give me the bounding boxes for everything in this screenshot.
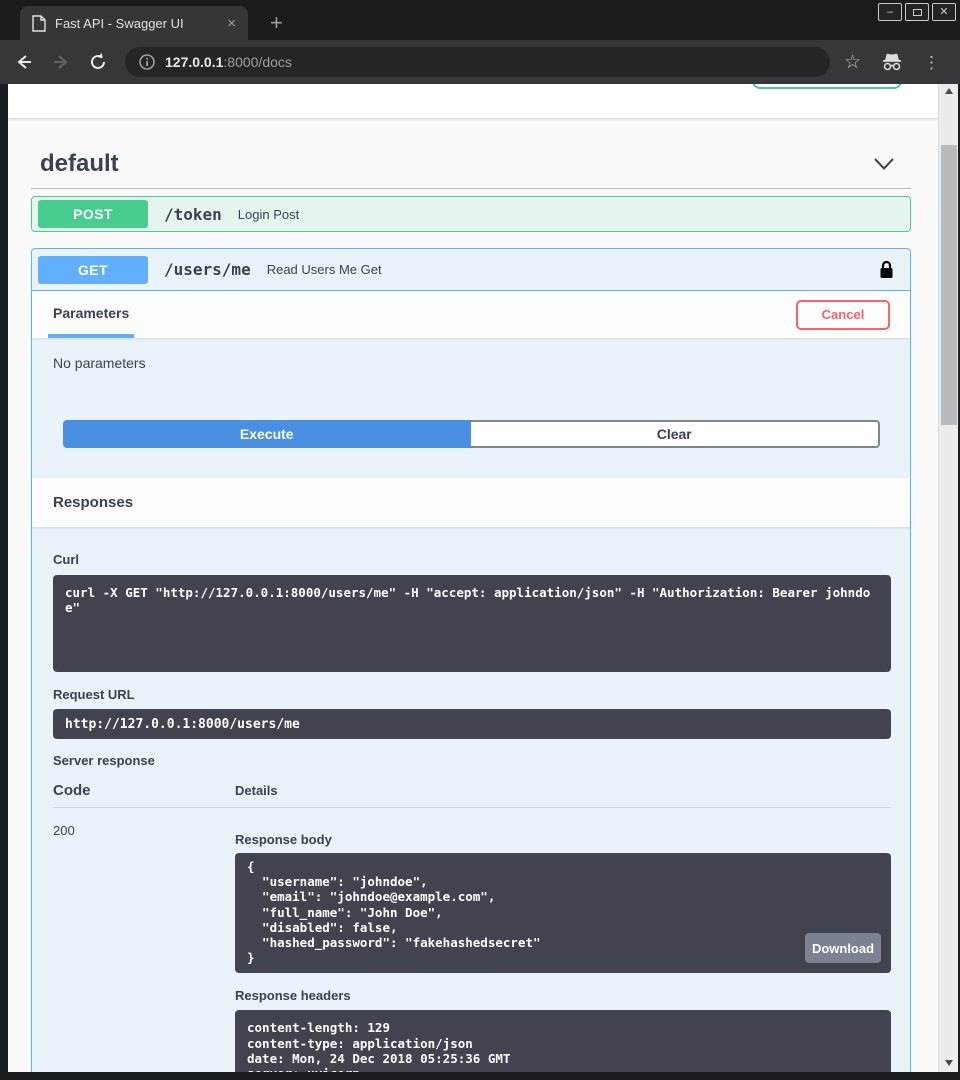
- scheme-container: [8, 84, 938, 118]
- browser-toolbar: 127.0.0.1:8000/docs ☆ ⋮: [0, 40, 960, 84]
- response-row: 200 Response body { "username": "johndoe…: [53, 808, 891, 1072]
- curl-label: Curl: [53, 552, 891, 567]
- response-body-label: Response body: [235, 832, 891, 847]
- server-response-table: Code Details 200 Response body { "userna…: [53, 782, 891, 1072]
- group-divider: [31, 188, 911, 189]
- scroll-down-arrow[interactable]: [939, 1056, 959, 1070]
- post-path: /token: [164, 205, 222, 224]
- responses-title: Responses: [53, 494, 133, 511]
- address-bar[interactable]: 127.0.0.1:8000/docs: [125, 47, 830, 77]
- tab-close-icon[interactable]: ×: [223, 15, 240, 32]
- response-body-json[interactable]: { "username": "johndoe", "email": "johnd…: [247, 859, 541, 965]
- post-method-badge: POST: [38, 200, 148, 228]
- response-details: Response body { "username": "johndoe", "…: [235, 823, 891, 1072]
- execute-button[interactable]: Execute: [63, 420, 471, 448]
- curl-command[interactable]: curl -X GET "http://127.0.0.1:8000/users…: [53, 575, 891, 672]
- server-response-label: Server response: [53, 753, 891, 768]
- toolbar-actions: ☆ ⋮: [844, 52, 940, 72]
- back-icon[interactable]: [14, 52, 34, 72]
- no-parameters-text: No parameters: [53, 355, 146, 371]
- menu-dots-icon[interactable]: ⋮: [923, 54, 940, 71]
- maximize-button[interactable]: [905, 3, 929, 21]
- execute-wrapper: Execute Clear: [32, 412, 910, 478]
- tab-title: Fast API - Swagger UI: [55, 16, 223, 31]
- minimize-button[interactable]: –: [878, 3, 902, 21]
- parameters-header: Parameters Cancel: [32, 291, 910, 338]
- parameters-body: No parameters: [32, 338, 910, 412]
- responses-body: Curl curl -X GET "http://127.0.0.1:8000/…: [32, 552, 910, 1072]
- api-group-header[interactable]: default: [30, 150, 916, 178]
- url-text: 127.0.0.1:8000/docs: [165, 54, 292, 70]
- request-url-value[interactable]: http://127.0.0.1:8000/users/me: [53, 709, 891, 739]
- close-window-button[interactable]: ✕: [932, 3, 956, 21]
- parameters-tab-label: Parameters: [53, 305, 129, 321]
- cancel-button[interactable]: Cancel: [796, 300, 890, 330]
- code-column-header: Code: [53, 782, 235, 799]
- info-icon[interactable]: [139, 54, 155, 70]
- post-summary: Login Post: [238, 207, 299, 222]
- opblock-post-token[interactable]: POST /token Login Post: [31, 196, 911, 232]
- authorize-button-partial[interactable]: [752, 84, 902, 89]
- get-path: /users/me: [164, 260, 251, 279]
- scrollbar-thumb[interactable]: [941, 145, 957, 425]
- response-table-head: Code Details: [53, 782, 891, 808]
- page-icon: [32, 15, 46, 32]
- get-method-badge: GET: [38, 256, 148, 284]
- browser-titlebar: Fast API - Swagger UI × + – ✕: [0, 0, 960, 40]
- page-viewport: default POST /token Login Post GET /user…: [8, 84, 938, 1072]
- page-scrollbar[interactable]: [938, 84, 958, 1072]
- url-host: 127.0.0.1: [165, 54, 223, 70]
- request-url-label: Request URL: [53, 687, 891, 702]
- responses-header: Responses: [32, 478, 910, 527]
- scroll-up-arrow[interactable]: [939, 84, 959, 98]
- get-summary: Read Users Me Get: [267, 262, 382, 277]
- clear-button[interactable]: Clear: [471, 420, 881, 448]
- window-controls: – ✕: [878, 3, 956, 21]
- download-button[interactable]: Download: [805, 933, 881, 963]
- get-summary-row[interactable]: GET /users/me Read Users Me Get: [32, 249, 910, 291]
- auth-lock-button[interactable]: [876, 259, 896, 281]
- forward-icon[interactable]: [51, 52, 71, 72]
- maximize-icon: [913, 9, 922, 16]
- group-title: default: [40, 150, 119, 178]
- browser-tab[interactable]: Fast API - Swagger UI ×: [20, 6, 248, 40]
- response-headers-label: Response headers: [235, 988, 891, 1003]
- bookmark-star-icon[interactable]: ☆: [844, 53, 861, 72]
- chevron-down-icon[interactable]: [872, 152, 896, 176]
- response-body-block: { "username": "johndoe", "email": "johnd…: [235, 853, 891, 973]
- incognito-icon: [881, 52, 903, 72]
- status-code: 200: [53, 823, 235, 1072]
- new-tab-button[interactable]: +: [264, 6, 289, 40]
- swagger-content: default POST /token Login Post GET /user…: [8, 150, 938, 1072]
- tab-parameters[interactable]: Parameters: [48, 291, 134, 338]
- url-path: :8000/docs: [223, 54, 292, 70]
- lock-icon: [879, 260, 894, 280]
- opblock-get-users-me: GET /users/me Read Users Me Get Paramete…: [31, 248, 911, 1072]
- details-column-header: Details: [235, 783, 278, 798]
- reload-icon[interactable]: [88, 52, 108, 72]
- response-headers-block[interactable]: content-length: 129 content-type: applic…: [235, 1010, 891, 1072]
